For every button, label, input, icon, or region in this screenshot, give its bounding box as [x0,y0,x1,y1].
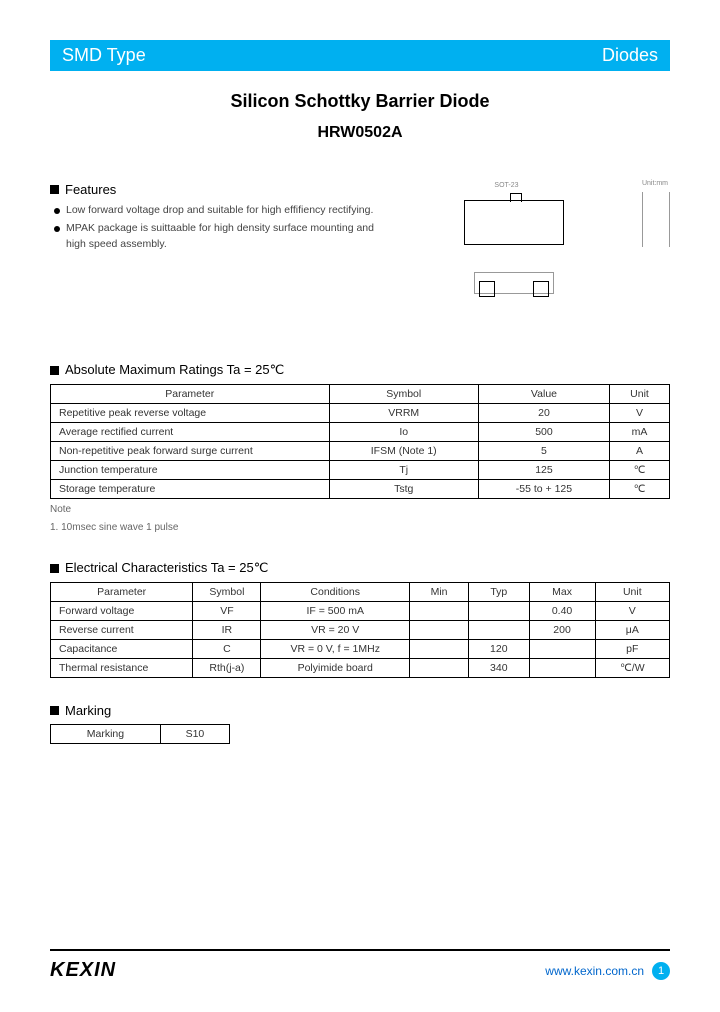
features-heading: Features [50,182,391,197]
square-bullet-icon [50,366,59,375]
square-bullet-icon [50,706,59,715]
table-row: Average rectified currentIo500mA [51,423,670,442]
bullet-icon [54,226,60,232]
table-row: CapacitanceCVR = 0 V, f = 1MHz120pF [51,640,670,659]
document-title: Silicon Schottky Barrier Diode [50,91,670,112]
table-row: Thermal resistanceRth(j-a)Polyimide boar… [51,659,670,678]
col-header: Value [478,385,609,404]
col-header: Unit [610,385,670,404]
footer-divider [50,949,670,951]
col-header: Unit [595,583,669,602]
table-row: Repetitive peak reverse voltageVRRM20V [51,404,670,423]
category-header-bar: SMD Type Diodes [50,40,670,71]
list-item: MPAK package is suittaable for high dens… [54,221,391,253]
marking-value-cell: S10 [160,725,229,744]
table-row: Storage temperatureTstg-55 to + 125℃ [51,480,670,499]
col-header: Symbol [329,385,478,404]
note-text: 1. 10msec sine wave 1 pulse [50,521,670,535]
package-label: SOT-23 [494,182,518,189]
table-row: Non-repetitive peak forward surge curren… [51,442,670,461]
col-header: Typ [469,583,529,602]
table-row: Junction temperatureTj125℃ [51,461,670,480]
table-header-row: Parameter Symbol Value Unit [51,385,670,404]
manufacturer-logo: KEXIN [50,959,116,982]
col-header: Parameter [51,385,330,404]
marking-table: Marking S10 [50,724,230,744]
abs-max-heading: Absolute Maximum Ratings Ta = 25℃ [50,362,670,378]
elec-heading: Electrical Characteristics Ta = 25℃ [50,560,670,576]
features-list: Low forward voltage drop and suitable fo… [50,203,391,252]
note-label: Note [50,503,670,517]
col-header: Symbol [193,583,261,602]
bullet-icon [54,208,60,214]
list-item: Low forward voltage drop and suitable fo… [54,203,391,219]
col-header: Conditions [261,583,410,602]
package-side-view-icon [642,192,670,247]
package-diagram: SOT-23 Unit:mm [434,182,670,322]
elec-table: Parameter Symbol Conditions Min Typ Max … [50,582,670,678]
title-block: Silicon Schottky Barrier Diode HRW0502A [50,91,670,142]
square-bullet-icon [50,185,59,194]
marking-section: Marking Marking S10 [50,703,670,744]
unit-label: Unit:mm [642,180,668,187]
electrical-characteristics-section: Electrical Characteristics Ta = 25℃ Para… [50,560,670,678]
table-row: Reverse currentIRVR = 20 V200μA [51,621,670,640]
header-right: Diodes [602,45,658,66]
col-header: Max [529,583,595,602]
col-header: Parameter [51,583,193,602]
package-top-view-icon [464,200,564,245]
package-footprint-icon [474,272,554,294]
page-footer: KEXIN www.kexin.com.cn 1 [50,949,670,982]
website-url: www.kexin.com.cn [545,964,644,978]
table-header-row: Parameter Symbol Conditions Min Typ Max … [51,583,670,602]
square-bullet-icon [50,564,59,573]
col-header: Min [409,583,468,602]
page-number-badge: 1 [652,962,670,980]
marking-heading: Marking [50,703,670,718]
absolute-maximum-ratings-section: Absolute Maximum Ratings Ta = 25℃ Parame… [50,362,670,535]
part-number: HRW0502A [50,124,670,142]
table-row: Forward voltageVFIF = 500 mA0.40V [51,602,670,621]
abs-max-table: Parameter Symbol Value Unit Repetitive p… [50,384,670,499]
header-left: SMD Type [62,45,146,66]
table-row: Marking S10 [51,725,230,744]
marking-label-cell: Marking [51,725,161,744]
